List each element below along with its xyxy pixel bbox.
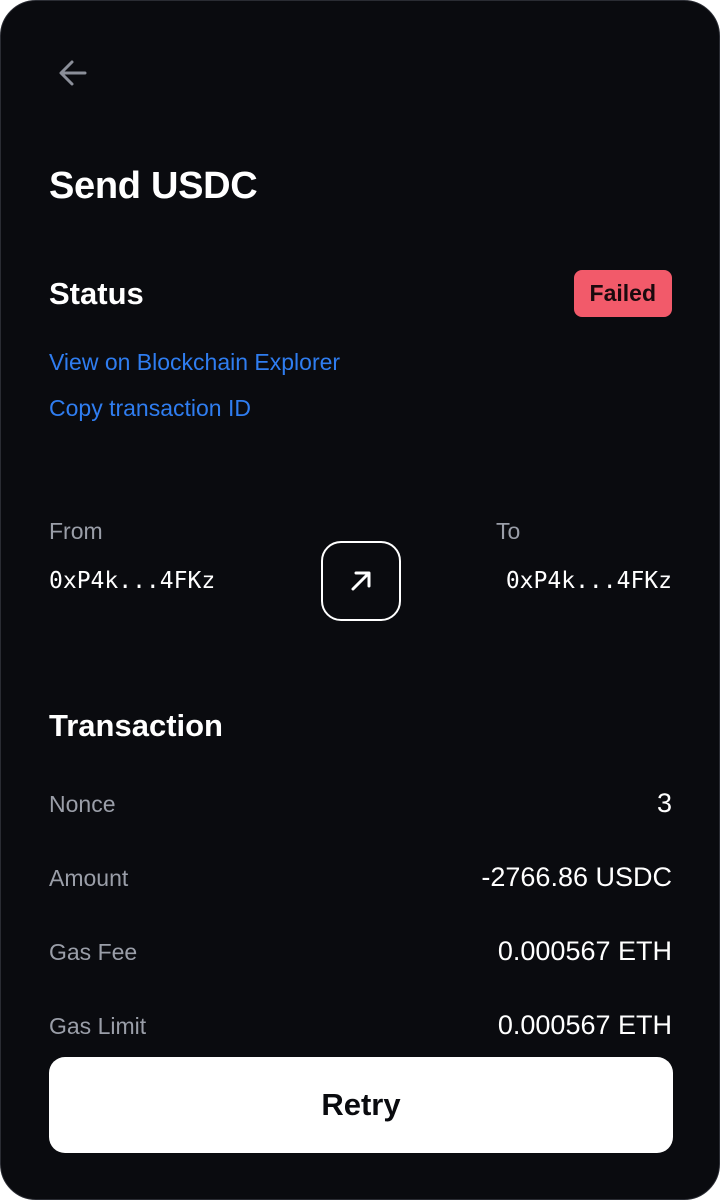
gas-fee-label: Gas Fee xyxy=(49,939,138,965)
arrow-left-icon xyxy=(59,60,87,86)
amount-value: -2766.86 USDC xyxy=(481,862,672,892)
status-heading: Status xyxy=(49,276,144,311)
transaction-detail-screen: Send USDC Status Failed View on Blockcha… xyxy=(0,0,720,1200)
to-address: 0xP4k...4FKz xyxy=(505,568,672,594)
gas-fee-value: 0.000567 ETH xyxy=(497,936,672,966)
status-badge: Failed xyxy=(573,270,672,317)
transfer-direction xyxy=(321,541,401,621)
copy-transaction-id-link[interactable]: Copy transaction ID xyxy=(49,393,251,423)
nonce-value: 3 xyxy=(656,788,672,818)
arrow-up-right-icon xyxy=(351,571,371,591)
to-label: To xyxy=(496,518,521,544)
back-button[interactable] xyxy=(49,49,97,97)
retry-button[interactable]: Retry xyxy=(49,1057,673,1153)
from-label: From xyxy=(49,518,103,544)
gas-limit-label: Gas Limit xyxy=(49,1013,147,1039)
amount-label: Amount xyxy=(49,865,129,891)
nonce-label: Nonce xyxy=(49,791,116,817)
view-explorer-link[interactable]: View on Blockchain Explorer xyxy=(49,347,340,377)
transaction-heading: Transaction xyxy=(49,708,223,743)
page-title: Send USDC xyxy=(49,165,258,207)
gas-limit-value: 0.000567 ETH xyxy=(497,1010,672,1040)
from-address: 0xP4k...4FKz xyxy=(49,568,216,594)
